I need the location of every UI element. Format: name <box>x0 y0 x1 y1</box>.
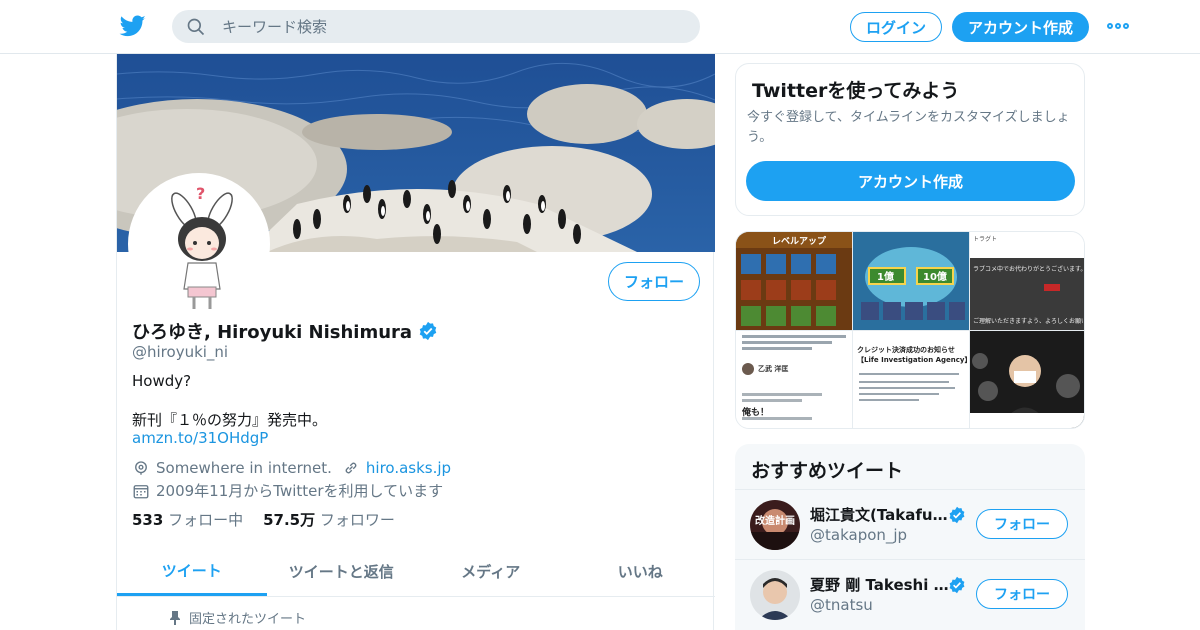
profile-display-name: ひろゆき, Hiroyuki Nishimura <box>132 318 438 344</box>
avatar-text: 改造計画 <box>755 516 795 527</box>
profile-joined-date: 2009年11月からTwitterを利用しています <box>156 482 444 500</box>
profile-handle: @hiroyuki_ni <box>132 343 229 361</box>
thumbnail-caption: 10億 <box>923 272 947 283</box>
more-options-icon[interactable] <box>1107 20 1131 32</box>
link-icon <box>345 462 357 474</box>
search-box[interactable] <box>172 10 700 43</box>
profile-tabs: ツイート ツイートと返信 メディア いいね <box>117 547 715 597</box>
recommended-title: おすすめツイート <box>751 460 904 482</box>
thumbnail-caption: 乙武 洋匡 <box>758 365 789 373</box>
followers-stat[interactable]: 57.5万 フォロワー <box>263 509 395 530</box>
recommended-name[interactable]: 堀江貴文(Takafumi Horie) <box>810 504 950 525</box>
media-thumbnail[interactable]: クレジット決済成功のお知らせ 【Life Investigation Agenc… <box>853 331 969 428</box>
profile-avatar[interactable]: ? <box>128 173 270 315</box>
avatar[interactable]: 改造計画 <box>750 500 800 550</box>
recommended-account-row[interactable]: 改造計画 堀江貴文(Takafumi Horie) @takapon_jp フォ… <box>735 489 1085 559</box>
tab-likes[interactable]: いいね <box>566 547 716 596</box>
recommended-accounts: おすすめツイート 改造計画 堀江貴文(Takafumi Horie) @taka… <box>735 444 1085 630</box>
top-navigation-bar: ログイン アカウント作成 <box>0 0 1200 54</box>
thumbnail-caption: レベルアップ <box>772 237 827 247</box>
svg-text:?: ? <box>196 184 205 203</box>
profile-location-row: Somewhere in internet. hiro.asks.jp <box>132 459 451 477</box>
signup-card-description: 今すぐ登録して、タイムラインをカスタマイズしましょう。 <box>747 110 1070 145</box>
search-icon <box>187 18 205 35</box>
media-thumbnail[interactable] <box>970 331 1084 428</box>
recommended-account-row[interactable]: 夏野 剛 Takeshi Natsuno @tnatsu フォロー <box>735 559 1085 629</box>
signup-card-title: Twitterを使ってみよう <box>752 80 960 102</box>
recommended-handle: @takapon_jp <box>810 526 908 544</box>
twitter-logo-icon[interactable] <box>119 13 147 39</box>
profile-stats: 533 フォロー中 57.5万 フォロワー <box>132 509 395 530</box>
media-thumbnail-grid: レベルアップ 1億 10億 トラグト ラブコメ中でお代わりがとうございます。 ご… <box>735 231 1085 429</box>
follow-button[interactable]: フォロー <box>976 579 1068 609</box>
thumbnail-caption: 俺も！ <box>742 408 770 418</box>
signup-button[interactable]: アカウント作成 <box>952 12 1089 42</box>
verified-badge-icon <box>949 576 965 594</box>
thumbnail-caption: 【Life Investigation Agency】 <box>857 356 967 364</box>
tab-tweets[interactable]: ツイート <box>117 547 267 596</box>
create-account-button[interactable]: アカウント作成 <box>746 161 1075 201</box>
profile-website-link[interactable]: hiro.asks.jp <box>366 459 451 477</box>
verified-badge-icon <box>419 321 437 341</box>
bio-line: Howdy? <box>132 372 192 390</box>
recommended-handle: @tnatsu <box>810 596 873 614</box>
pinned-tweet-label: 固定されたツイート <box>169 608 306 627</box>
bio-link[interactable]: amzn.to/31OHdgP <box>132 429 268 447</box>
follow-button[interactable]: フォロー <box>608 262 700 301</box>
following-stat[interactable]: 533 フォロー中 <box>132 509 243 530</box>
thumbnail-caption: クレジット決済成功のお知らせ <box>857 346 955 354</box>
location-pin-icon <box>135 461 147 475</box>
calendar-icon <box>133 484 149 498</box>
recommended-name[interactable]: 夏野 剛 Takeshi Natsuno <box>810 574 950 595</box>
profile-name-text: ひろゆき, Hiroyuki Nishimura <box>132 322 413 343</box>
tab-media[interactable]: メディア <box>416 547 566 596</box>
verified-badge-icon <box>949 506 965 524</box>
thumbnail-caption: トラグト <box>973 236 998 243</box>
media-thumbnail[interactable]: 1億 10億 <box>853 232 969 330</box>
profile-location: Somewhere in internet. <box>156 459 332 477</box>
media-thumbnail[interactable]: レベルアップ <box>736 232 852 330</box>
tab-tweets-and-replies[interactable]: ツイートと返信 <box>267 547 417 596</box>
thumbnail-caption: ご理解いただきますよう、よろしくお願いいたします。 <box>973 318 1083 325</box>
thumbnail-caption: 1億 <box>877 272 894 283</box>
pin-icon <box>170 610 180 625</box>
login-button[interactable]: ログイン <box>850 12 942 42</box>
profile-column: ? フォロー ひろゆき, Hiroyuki Nishimura @hiroyuk… <box>116 54 715 630</box>
media-thumbnail[interactable]: 乙武 洋匡 俺も！ <box>736 331 852 428</box>
profile-joined-row: 2009年11月からTwitterを利用しています <box>132 480 443 501</box>
avatar[interactable] <box>750 570 800 620</box>
media-thumbnail[interactable]: トラグト ラブコメ中でお代わりがとうございます。 ご理解いただきますよう、よろし… <box>970 232 1084 330</box>
follow-button[interactable]: フォロー <box>976 509 1068 539</box>
bio-line: 新刊『１％の努力』発売中。 <box>132 411 328 429</box>
search-input[interactable] <box>222 17 662 36</box>
thumbnail-caption: ラブコメ中でお代わりがとうございます。 <box>973 266 1083 273</box>
signup-card: Twitterを使ってみよう 今すぐ登録して、タイムラインをカスタマイズしましょ… <box>735 63 1085 216</box>
